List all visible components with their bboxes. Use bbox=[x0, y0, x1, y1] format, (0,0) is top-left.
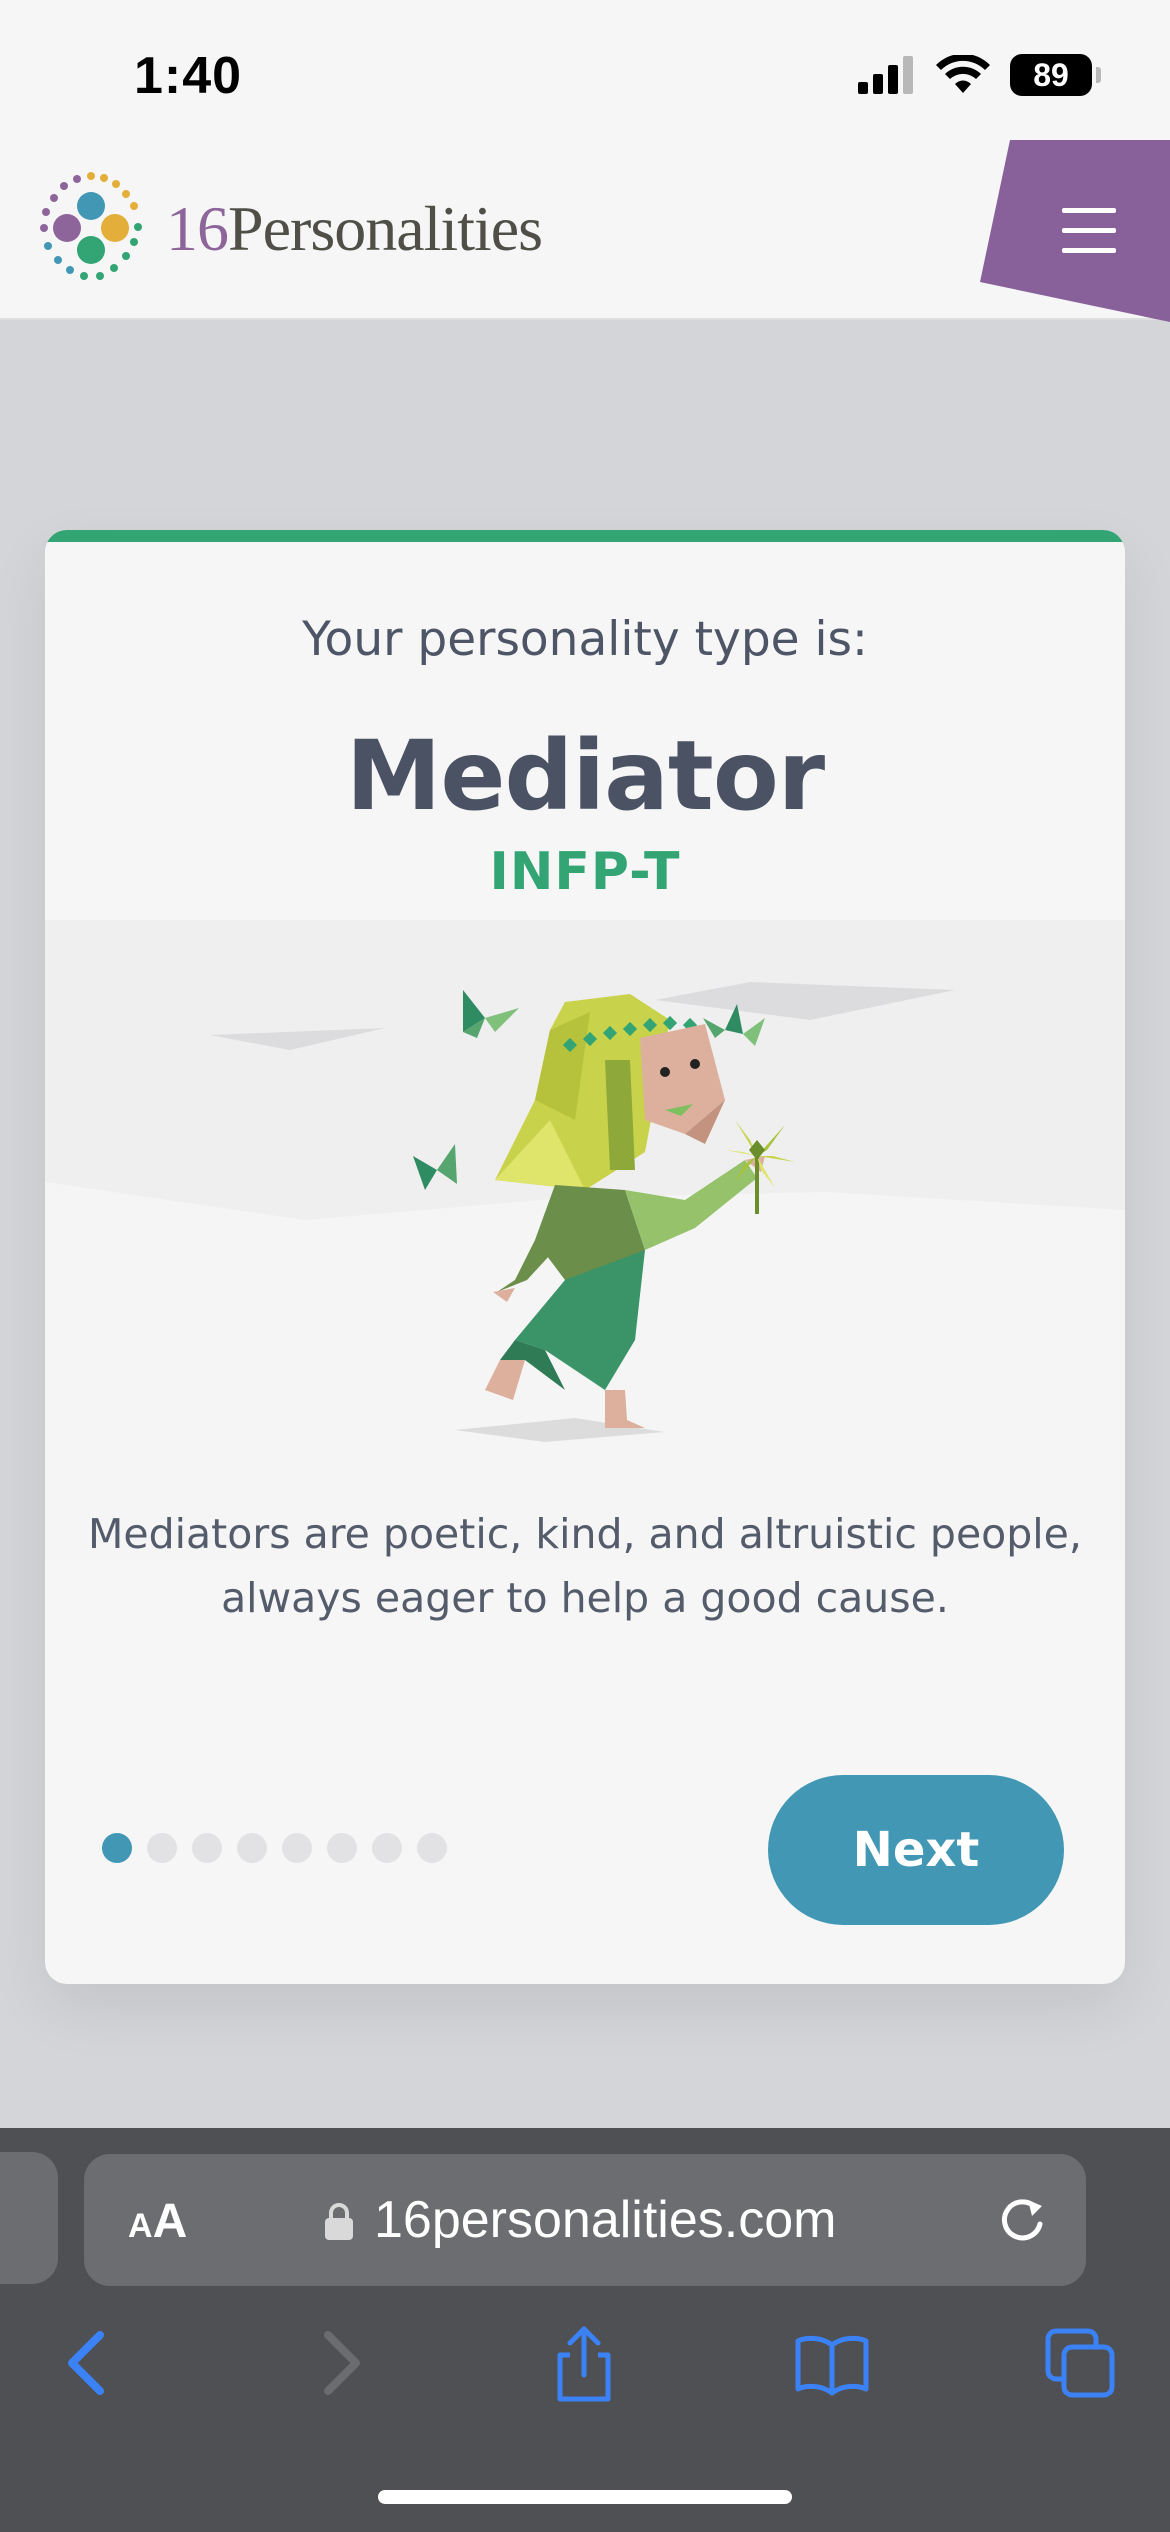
brand-number: 16 bbox=[166, 193, 229, 264]
forward-icon[interactable] bbox=[300, 2323, 380, 2403]
next-button[interactable]: Next bbox=[768, 1775, 1064, 1925]
status-time: 1:40 bbox=[134, 47, 243, 105]
card-accent-bar bbox=[45, 530, 1125, 542]
menu-button[interactable] bbox=[980, 140, 1170, 322]
mediator-illustration bbox=[45, 920, 1125, 1560]
lock-icon bbox=[325, 2203, 353, 2240]
status-bar: 1:40 89 bbox=[0, 0, 1170, 140]
cellular-signal-icon bbox=[858, 56, 913, 94]
pagination-dot-6 bbox=[327, 1833, 357, 1863]
pagination-dot-1 bbox=[102, 1833, 132, 1863]
site-header: 16Personalities bbox=[0, 140, 1170, 322]
pagination-dots bbox=[102, 1833, 447, 1863]
pagination-dot-3 bbox=[192, 1833, 222, 1863]
brand-word: Personalities bbox=[228, 193, 543, 264]
home-indicator[interactable] bbox=[378, 2490, 792, 2504]
text-size-button[interactable]: AA bbox=[128, 2194, 187, 2249]
personality-description: Mediators are poetic, kind, and altruist… bbox=[88, 1510, 1082, 1622]
previous-tab-preview[interactable] bbox=[0, 2152, 58, 2284]
tabs-icon[interactable] bbox=[1040, 2323, 1120, 2403]
url-text: 16personalities.com bbox=[374, 2191, 837, 2249]
personality-type-name: Mediator bbox=[345, 720, 825, 832]
pagination-dot-4 bbox=[237, 1833, 267, 1863]
browser-bottom-bar: AA 16personalities.com bbox=[0, 2128, 1170, 2532]
wifi-icon bbox=[936, 55, 990, 93]
bookmarks-icon[interactable] bbox=[792, 2323, 872, 2403]
brand-wordmark[interactable]: 16Personalities bbox=[166, 192, 543, 266]
status-icons: 89 bbox=[858, 54, 1101, 96]
result-card: Your personality type is: Mediator INFP-… bbox=[45, 530, 1125, 1984]
reload-icon[interactable] bbox=[996, 2194, 1050, 2248]
pagination-dot-5 bbox=[282, 1833, 312, 1863]
pagination-dot-8 bbox=[417, 1833, 447, 1863]
pagination-dot-2 bbox=[147, 1833, 177, 1863]
share-icon[interactable] bbox=[544, 2323, 624, 2403]
address-bar[interactable]: AA 16personalities.com bbox=[84, 2154, 1086, 2286]
personality-type-code: INFP-T bbox=[489, 842, 681, 902]
logo-icon[interactable] bbox=[34, 170, 148, 284]
pagination-dot-7 bbox=[372, 1833, 402, 1863]
result-intro: Your personality type is: bbox=[302, 612, 868, 667]
back-icon[interactable] bbox=[48, 2323, 128, 2403]
battery-icon: 89 bbox=[1010, 54, 1101, 96]
